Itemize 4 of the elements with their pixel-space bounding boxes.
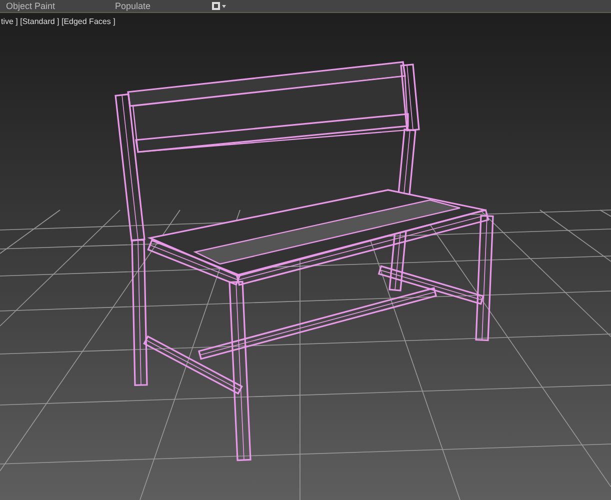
viewport-label[interactable]: tive ] [Standard ] [Edged Faces ] xyxy=(1,16,116,28)
ribbon-tab[interactable]: Populate xyxy=(115,0,151,12)
object-dropdown-icon[interactable] xyxy=(210,2,227,10)
ribbon-tab[interactable]: Object Paint xyxy=(6,0,56,12)
